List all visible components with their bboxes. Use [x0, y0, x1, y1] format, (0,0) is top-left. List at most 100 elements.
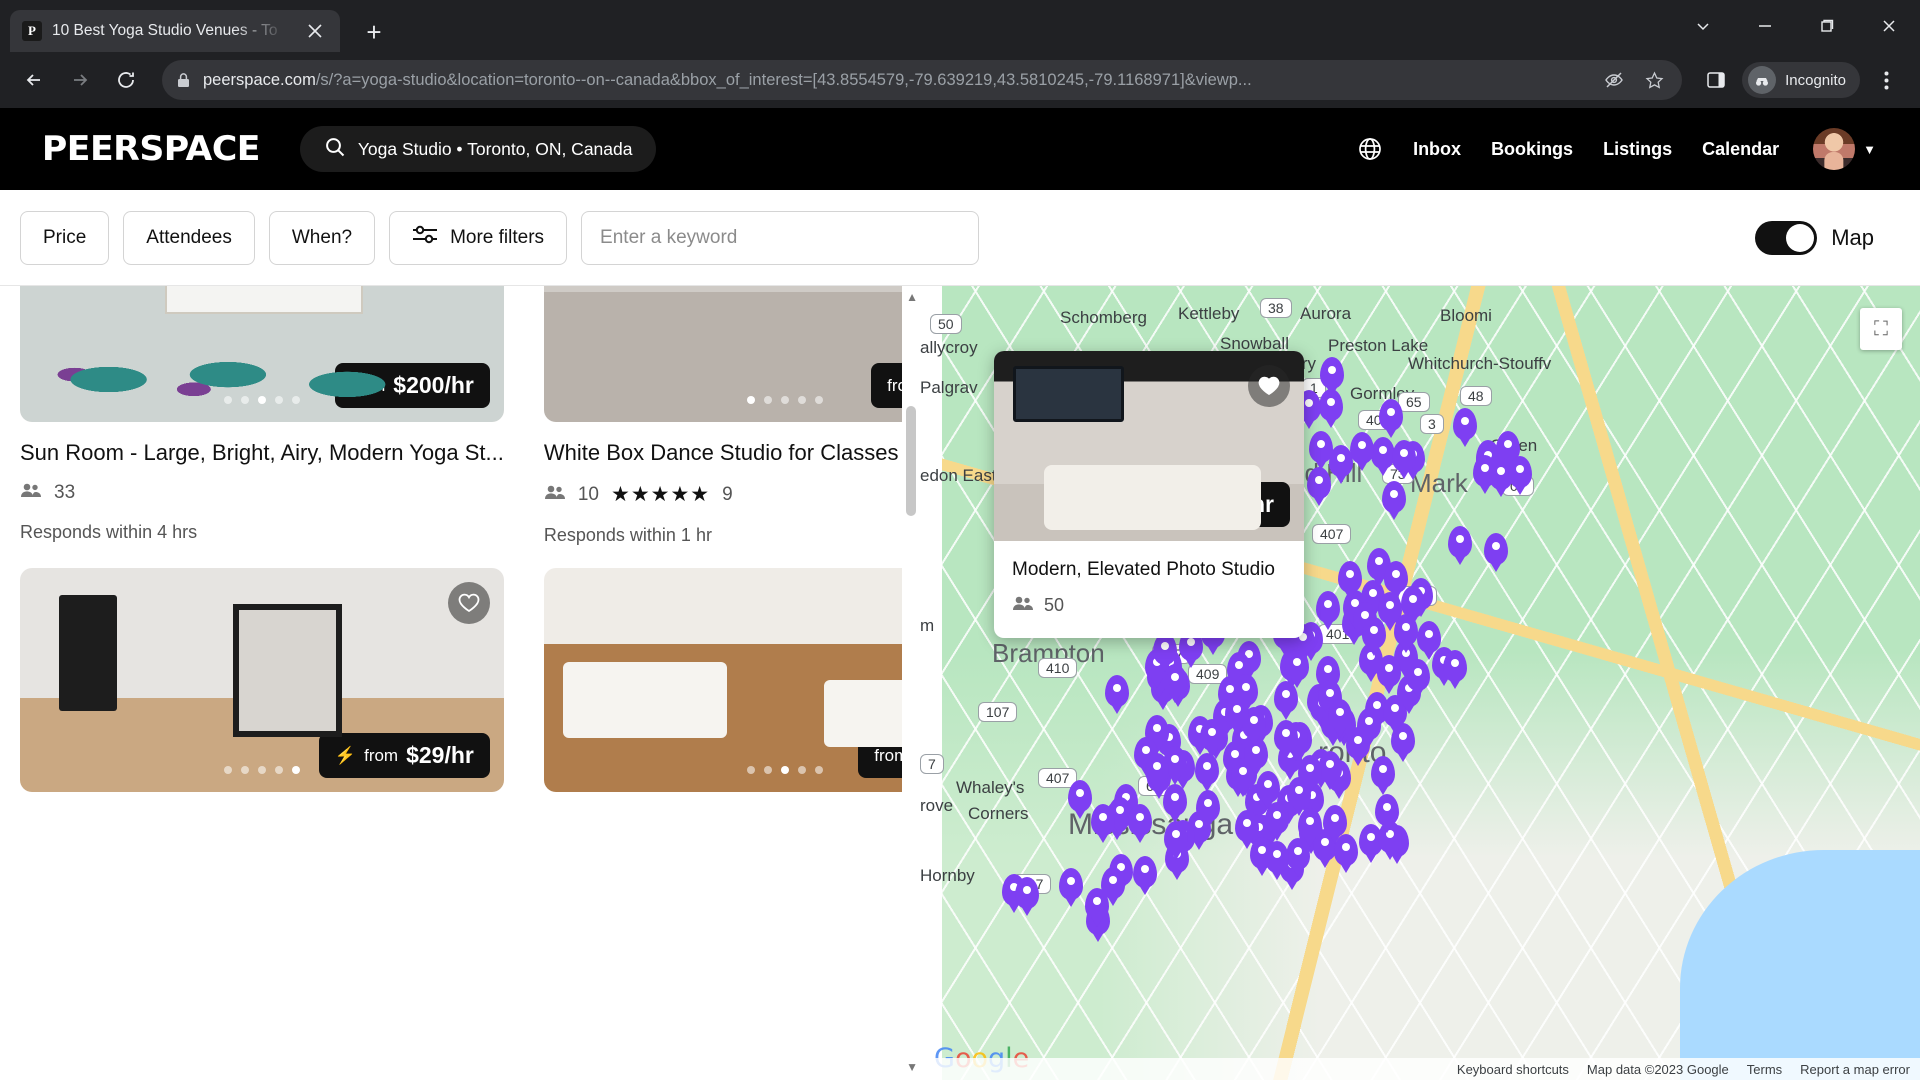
map-pin[interactable]	[1361, 616, 1386, 649]
browser-menu-icon[interactable]	[1866, 60, 1906, 100]
map-pin[interactable]	[1381, 481, 1406, 514]
map-pin[interactable]	[1100, 867, 1125, 900]
photo-dots[interactable]	[747, 766, 824, 774]
scroll-down-arrow[interactable]: ▼	[906, 1060, 918, 1074]
nav-item-calendar[interactable]: Calendar	[1702, 139, 1779, 160]
map-pin[interactable]	[1200, 719, 1225, 752]
scroll-up-arrow[interactable]: ▲	[906, 290, 918, 304]
listing-photo[interactable]: from $200/hr	[20, 286, 504, 422]
reload-icon[interactable]	[106, 60, 146, 100]
keyboard-shortcuts-link[interactable]: Keyboard shortcuts	[1457, 1062, 1569, 1077]
tracking-protection-icon[interactable]	[1600, 66, 1628, 94]
address-bar[interactable]: peerspace.com/s/?a=yoga-studio&location=…	[162, 60, 1683, 100]
map-pin[interactable]	[1307, 467, 1332, 500]
map-pin[interactable]	[1401, 585, 1426, 618]
photo-dot[interactable]	[291, 396, 300, 404]
map-pin[interactable]	[1323, 805, 1348, 838]
new-tab-button[interactable]: +	[354, 12, 394, 52]
photo-dot[interactable]	[781, 396, 790, 404]
map-pin[interactable]	[1320, 356, 1345, 389]
listing-card[interactable]: ⚡ from $29/hr	[20, 568, 504, 814]
listing-card[interactable]: from $200/hr Sun Room - Large, Bright, A…	[20, 286, 504, 568]
photo-dot[interactable]	[291, 766, 300, 774]
map-pin[interactable]	[1333, 834, 1358, 867]
map-pin[interactable]	[1405, 659, 1430, 692]
map-pin[interactable]	[1285, 649, 1310, 682]
filter-more[interactable]: More filters	[389, 210, 568, 265]
map-switch[interactable]	[1755, 220, 1818, 255]
map-pin[interactable]	[1378, 398, 1403, 431]
forward-icon[interactable]	[60, 60, 100, 100]
browser-tab[interactable]: P 10 Best Yoga Studio Venues - To	[10, 10, 340, 52]
peerspace-logo[interactable]: PEERSPACE	[42, 129, 261, 169]
close-icon[interactable]	[302, 18, 328, 44]
map-pin[interactable]	[1128, 803, 1153, 836]
photo-dot[interactable]	[781, 766, 790, 774]
photo-dot[interactable]	[274, 396, 283, 404]
photo-dots[interactable]	[747, 396, 824, 404]
results-scrollbar[interactable]: ▲ ▼	[902, 286, 920, 1080]
map-pin[interactable]	[1383, 560, 1408, 593]
map-pin[interactable]	[1349, 431, 1374, 464]
map-pin[interactable]	[1316, 591, 1341, 624]
window-close-icon[interactable]	[1858, 0, 1920, 52]
map-pin[interactable]	[1273, 720, 1298, 753]
terms-link[interactable]: Terms	[1747, 1062, 1782, 1077]
map-pin[interactable]	[1068, 779, 1093, 812]
photo-dot[interactable]	[747, 396, 756, 404]
photo-dot[interactable]	[815, 766, 824, 774]
location-search-field[interactable]: Yoga Studio • Toronto, ON, Canada	[299, 126, 657, 172]
nav-item-inbox[interactable]: Inbox	[1413, 139, 1461, 160]
report-error-link[interactable]: Report a map error	[1800, 1062, 1910, 1077]
map-pin[interactable]	[1391, 440, 1416, 473]
listing-photo[interactable]: from $105/hr	[543, 568, 920, 792]
map-pin[interactable]	[1286, 776, 1311, 809]
back-icon[interactable]	[14, 60, 54, 100]
globe-icon[interactable]	[1357, 136, 1383, 162]
chevron-down-icon[interactable]	[1672, 0, 1734, 52]
map-pin[interactable]	[1264, 801, 1289, 834]
map-pin[interactable]	[1338, 560, 1363, 593]
map-pin[interactable]	[1164, 820, 1189, 853]
info-card-title[interactable]: Modern, Elevated Photo Studio	[1012, 559, 1286, 581]
listing-card[interactable]: from $105/hr	[543, 568, 920, 814]
map-pin[interactable]	[1224, 695, 1249, 728]
map-pin[interactable]	[1059, 868, 1084, 901]
account-menu[interactable]: ▼	[1813, 128, 1876, 170]
map-pin[interactable]	[1346, 727, 1371, 760]
photo-dot[interactable]	[798, 396, 807, 404]
listing-title[interactable]: White Box Dance Studio for Classes & Reh…	[544, 440, 920, 466]
map-pin[interactable]	[1132, 856, 1157, 889]
favorite-heart-icon[interactable]	[447, 582, 490, 624]
info-card-photo[interactable]: from $225/hr	[994, 351, 1304, 541]
map-pin[interactable]	[1508, 456, 1533, 489]
photo-dot[interactable]	[798, 766, 807, 774]
map-pin[interactable]	[1371, 756, 1396, 789]
map-pin[interactable]	[1235, 809, 1260, 842]
map-pin[interactable]	[1328, 699, 1353, 732]
incognito-profile-button[interactable]: Incognito	[1742, 62, 1860, 98]
photo-dots[interactable]	[223, 766, 300, 774]
map-pin[interactable]	[1145, 752, 1170, 785]
map-toggle[interactable]: Map	[1755, 220, 1900, 255]
photo-dot[interactable]	[223, 766, 232, 774]
scrollbar-thumb[interactable]	[906, 406, 916, 516]
map-pin[interactable]	[1196, 790, 1221, 822]
photo-dot[interactable]	[764, 766, 773, 774]
map-pin[interactable]	[1091, 803, 1116, 836]
nav-item-listings[interactable]: Listings	[1603, 139, 1672, 160]
filter-when[interactable]: When?	[268, 210, 376, 265]
map-pin[interactable]	[1447, 526, 1472, 559]
map-pin[interactable]	[1483, 533, 1508, 566]
map-pin[interactable]	[1452, 407, 1477, 440]
map-pin[interactable]	[1015, 877, 1040, 910]
side-panel-icon[interactable]	[1696, 60, 1736, 100]
keyword-input[interactable]: Enter a keyword	[581, 210, 980, 265]
photo-dot[interactable]	[223, 396, 232, 404]
maximize-icon[interactable]	[1796, 0, 1858, 52]
photo-dot[interactable]	[274, 766, 283, 774]
map-pin[interactable]	[1265, 840, 1290, 873]
photo-dots[interactable]	[223, 396, 300, 404]
filter-price[interactable]: Price	[20, 210, 110, 265]
bookmark-star-icon[interactable]	[1640, 66, 1668, 94]
